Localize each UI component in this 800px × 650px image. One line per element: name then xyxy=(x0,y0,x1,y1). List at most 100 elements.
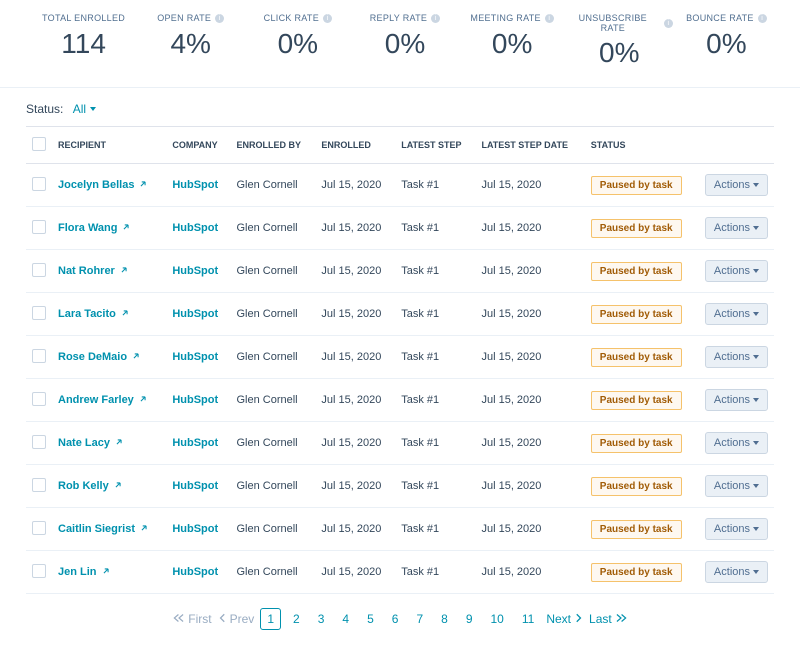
status-badge: Paused by task xyxy=(591,563,682,582)
status-badge: Paused by task xyxy=(591,434,682,453)
info-icon[interactable]: i xyxy=(664,19,673,28)
select-all-checkbox[interactable] xyxy=(32,137,46,151)
page-number[interactable]: 11 xyxy=(516,609,540,629)
stat-3: REPLY RATEi0% xyxy=(351,10,458,69)
column-header[interactable]: LATEST STEP xyxy=(395,127,475,164)
stat-label: MEETING RATEi xyxy=(470,13,553,23)
info-icon[interactable]: i xyxy=(431,14,440,23)
cell-latest_step: Task #1 xyxy=(395,336,475,379)
row-checkbox[interactable] xyxy=(32,564,46,578)
company-link[interactable]: HubSpot xyxy=(172,394,218,406)
recipient-link[interactable]: Caitlin Siegrist xyxy=(58,523,149,536)
actions-button[interactable]: Actions xyxy=(705,518,768,540)
recipient-link[interactable]: Jen Lin xyxy=(58,566,111,579)
actions-button[interactable]: Actions xyxy=(705,174,768,196)
company-link[interactable]: HubSpot xyxy=(172,179,218,191)
page-last[interactable]: Last xyxy=(589,612,628,626)
info-icon[interactable]: i xyxy=(323,14,332,23)
stat-value: 4% xyxy=(137,28,244,60)
page-number[interactable]: 3 xyxy=(312,609,331,629)
cell-latest_step: Task #1 xyxy=(395,508,475,551)
page-next[interactable]: Next xyxy=(546,612,583,626)
recipient-link[interactable]: Rose DeMaio xyxy=(58,351,141,364)
page-number[interactable]: 8 xyxy=(435,609,454,629)
table-row: Jocelyn Bellas HubSpotGlen CornellJul 15… xyxy=(26,164,774,207)
company-link[interactable]: HubSpot xyxy=(172,351,218,363)
cell-latest_step: Task #1 xyxy=(395,465,475,508)
page-number[interactable]: 1 xyxy=(260,608,281,630)
cell-enrolled: Jul 15, 2020 xyxy=(315,250,395,293)
page-prev[interactable]: Prev xyxy=(218,612,255,626)
table-row: Rose DeMaio HubSpotGlen CornellJul 15, 2… xyxy=(26,336,774,379)
row-checkbox[interactable] xyxy=(32,392,46,406)
company-link[interactable]: HubSpot xyxy=(172,308,218,320)
cell-latest_step_date: Jul 15, 2020 xyxy=(475,293,584,336)
page-number[interactable]: 2 xyxy=(287,609,306,629)
column-header[interactable]: RECIPIENT xyxy=(52,127,166,164)
page-first[interactable]: First xyxy=(172,612,211,626)
cell-enrolled: Jul 15, 2020 xyxy=(315,465,395,508)
page-number[interactable]: 6 xyxy=(386,609,405,629)
actions-button[interactable]: Actions xyxy=(705,389,768,411)
page-number[interactable]: 10 xyxy=(485,609,510,629)
column-header[interactable]: STATUS xyxy=(585,127,699,164)
company-link[interactable]: HubSpot xyxy=(172,566,218,578)
recipient-link[interactable]: Andrew Farley xyxy=(58,394,148,407)
actions-button[interactable]: Actions xyxy=(705,475,768,497)
cell-latest_step: Task #1 xyxy=(395,422,475,465)
row-checkbox[interactable] xyxy=(32,220,46,234)
cell-enrolled_by: Glen Cornell xyxy=(230,164,315,207)
recipient-link[interactable]: Rob Kelly xyxy=(58,480,123,493)
row-checkbox[interactable] xyxy=(32,349,46,363)
page-number[interactable]: 4 xyxy=(336,609,355,629)
page-number[interactable]: 7 xyxy=(410,609,429,629)
column-header[interactable]: ENROLLED BY xyxy=(230,127,315,164)
actions-button[interactable]: Actions xyxy=(705,260,768,282)
actions-button[interactable]: Actions xyxy=(705,303,768,325)
cell-latest_step_date: Jul 15, 2020 xyxy=(475,250,584,293)
stat-value: 0% xyxy=(351,28,458,60)
status-filter-dropdown[interactable]: All xyxy=(73,102,96,116)
info-icon[interactable]: i xyxy=(758,14,767,23)
actions-button[interactable]: Actions xyxy=(705,217,768,239)
row-checkbox[interactable] xyxy=(32,306,46,320)
table-row: Nat Rohrer HubSpotGlen CornellJul 15, 20… xyxy=(26,250,774,293)
external-link-icon xyxy=(139,523,149,536)
actions-button[interactable]: Actions xyxy=(705,346,768,368)
stat-5: UNSUBSCRIBE RATEi0% xyxy=(566,10,673,69)
company-link[interactable]: HubSpot xyxy=(172,222,218,234)
column-header[interactable]: LATEST STEP DATE xyxy=(475,127,584,164)
row-checkbox[interactable] xyxy=(32,435,46,449)
actions-button[interactable]: Actions xyxy=(705,561,768,583)
recipient-link[interactable]: Nate Lacy xyxy=(58,437,124,450)
actions-button[interactable]: Actions xyxy=(705,432,768,454)
company-link[interactable]: HubSpot xyxy=(172,480,218,492)
row-checkbox[interactable] xyxy=(32,478,46,492)
column-header[interactable]: COMPANY xyxy=(166,127,230,164)
page-number[interactable]: 9 xyxy=(460,609,479,629)
row-checkbox[interactable] xyxy=(32,263,46,277)
chevron-down-icon xyxy=(753,183,759,187)
company-link[interactable]: HubSpot xyxy=(172,265,218,277)
row-checkbox[interactable] xyxy=(32,177,46,191)
status-badge: Paused by task xyxy=(591,520,682,539)
recipient-link[interactable]: Nat Rohrer xyxy=(58,265,129,278)
company-link[interactable]: HubSpot xyxy=(172,437,218,449)
recipient-link[interactable]: Jocelyn Bellas xyxy=(58,179,148,192)
info-icon[interactable]: i xyxy=(545,14,554,23)
table-row: Jen Lin HubSpotGlen CornellJul 15, 2020T… xyxy=(26,551,774,594)
status-label: Status: xyxy=(26,102,63,116)
cell-latest_step: Task #1 xyxy=(395,207,475,250)
info-icon[interactable]: i xyxy=(215,14,224,23)
company-link[interactable]: HubSpot xyxy=(172,523,218,535)
recipient-link[interactable]: Lara Tacito xyxy=(58,308,130,321)
cell-enrolled_by: Glen Cornell xyxy=(230,293,315,336)
row-checkbox[interactable] xyxy=(32,521,46,535)
recipient-link[interactable]: Flora Wang xyxy=(58,222,131,235)
column-header[interactable]: ENROLLED xyxy=(315,127,395,164)
cell-latest_step_date: Jul 15, 2020 xyxy=(475,508,584,551)
cell-enrolled: Jul 15, 2020 xyxy=(315,336,395,379)
external-link-icon xyxy=(120,308,130,321)
page-number[interactable]: 5 xyxy=(361,609,380,629)
status-badge: Paused by task xyxy=(591,348,682,367)
